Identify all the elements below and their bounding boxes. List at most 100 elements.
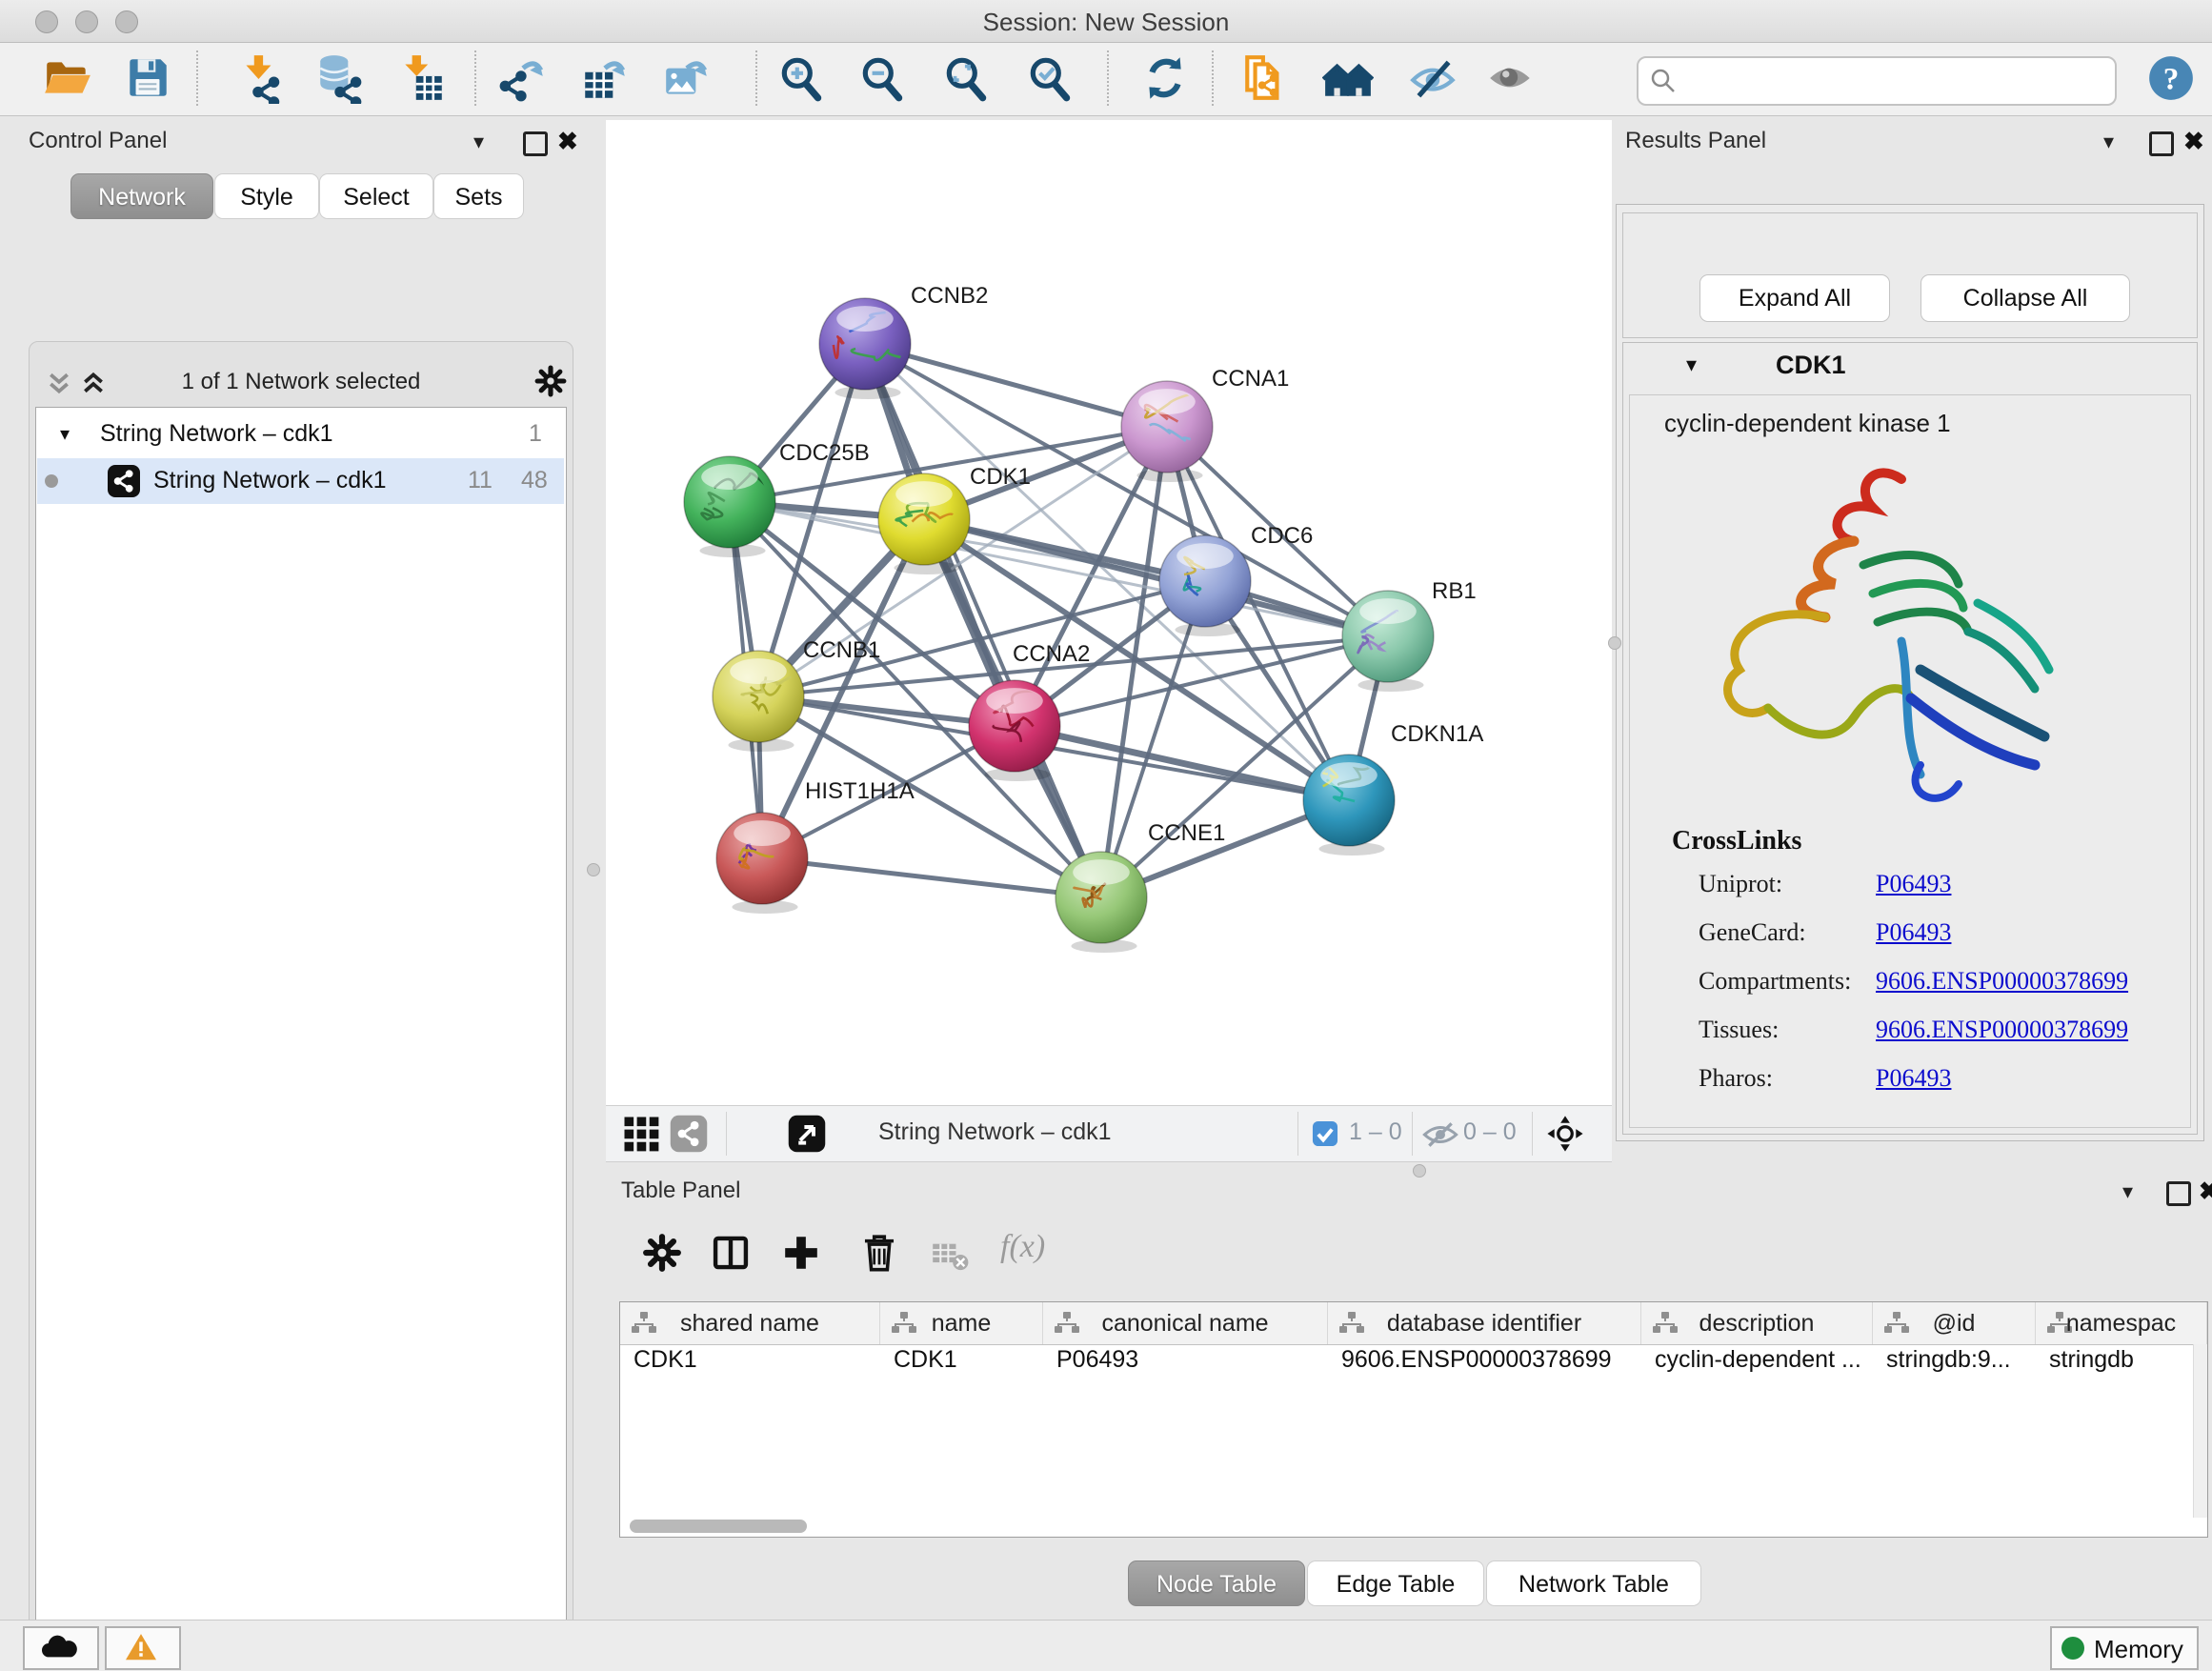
expand-all-chevron-icon[interactable] (81, 371, 106, 397)
table-cell[interactable]: stringdb:9... (1873, 1346, 2036, 1384)
titlebar: Session: New Session (0, 0, 2212, 43)
crosslink-value[interactable]: P06493 (1876, 918, 1951, 947)
selected-checkbox-icon[interactable] (1311, 1119, 1339, 1148)
export-network-icon[interactable] (497, 52, 549, 104)
apply-layout-icon[interactable] (1139, 52, 1191, 104)
maximize-panel-icon[interactable] (2149, 131, 2174, 156)
crosslink-value[interactable]: 9606.ENSP00000378699 (1876, 1016, 2128, 1044)
search-box (1637, 56, 2117, 106)
horizontal-scrollbar[interactable] (630, 1520, 807, 1533)
column-header--id[interactable]: @id (1873, 1302, 2036, 1344)
node-CCNE1[interactable]: CCNE1 (1056, 820, 1225, 953)
show-eye-icon[interactable] (1486, 52, 1538, 104)
node-CDKN1A[interactable]: CDKN1A (1303, 721, 1483, 856)
close-panel-icon[interactable]: ✖ (557, 127, 578, 156)
column-header-name[interactable]: name (880, 1302, 1043, 1344)
birds-eye-grid-icon[interactable] (621, 1114, 661, 1154)
open-session-icon[interactable] (42, 52, 93, 104)
column-header-canonical-name[interactable]: canonical name (1043, 1302, 1328, 1344)
table-cell[interactable]: cyclin-dependent ... (1641, 1346, 1873, 1384)
string-home-icon[interactable] (1322, 52, 1374, 104)
column-header-shared-name[interactable]: shared name (620, 1302, 880, 1344)
float-panel-icon[interactable]: ▾ (2122, 1179, 2133, 1204)
string-badge-gray-icon[interactable] (669, 1114, 709, 1154)
table-cell[interactable]: stringdb (2036, 1346, 2207, 1384)
node-HIST1H1A[interactable]: HIST1H1A (716, 778, 915, 914)
selected-counts: 1 – 0 (1349, 1118, 1402, 1146)
show-columns-icon[interactable] (709, 1231, 753, 1275)
hide-glass-icon[interactable] (1408, 52, 1459, 104)
column-header-database-identifier[interactable]: database identifier (1328, 1302, 1641, 1344)
string-network-graph[interactable]: CCNB2 CCNA1 CDC25B CDK1 CDC6 RB1 CCNB1 (606, 120, 1612, 1105)
node-RB1[interactable]: RB1 (1342, 578, 1477, 692)
network-row-selected[interactable]: String Network – cdk1 11 48 (37, 458, 564, 504)
open-in-window-icon[interactable] (787, 1114, 827, 1154)
warnings-button[interactable] (105, 1626, 181, 1670)
collapse-all-button[interactable]: Collapse All (1920, 274, 2130, 322)
fit-selected-crosshair-icon[interactable] (1545, 1114, 1585, 1154)
network-collection-row[interactable]: ▾ String Network – cdk1 1 (37, 413, 564, 458)
bottom-splitter-handle[interactable] (1413, 1164, 1426, 1178)
help-icon[interactable]: ? (2145, 52, 2197, 104)
network-options-gear-icon[interactable] (533, 363, 569, 399)
zoom-selected-icon[interactable] (1025, 52, 1076, 104)
import-table-icon[interactable] (396, 52, 448, 104)
hidden-eye-slash-icon[interactable] (1421, 1117, 1459, 1152)
expand-all-button[interactable]: Expand All (1699, 274, 1890, 322)
table-cell[interactable]: P06493 (1043, 1346, 1328, 1384)
memory-button[interactable]: Memory (2050, 1626, 2199, 1670)
zoom-out-icon[interactable] (857, 52, 909, 104)
import-network-icon[interactable] (234, 52, 286, 104)
network-view-canvas[interactable]: CCNB2 CCNA1 CDC25B CDK1 CDC6 RB1 CCNB1 (606, 120, 1612, 1105)
table-cell[interactable]: 9606.ENSP00000378699 (1328, 1346, 1641, 1384)
crosslink-label: Compartments: (1699, 967, 1851, 996)
vertical-scrollbar[interactable] (2193, 1344, 2207, 1518)
tab-edge-table[interactable]: Edge Table (1307, 1560, 1484, 1606)
maximize-panel-icon[interactable] (523, 131, 548, 156)
tab-network[interactable]: Network (70, 173, 213, 219)
column-header-namespac[interactable]: namespac (2036, 1302, 2207, 1344)
delete-table-icon-disabled (930, 1235, 970, 1275)
table-cell[interactable]: CDK1 (880, 1346, 1043, 1384)
column-header-description[interactable]: description (1641, 1302, 1873, 1344)
cloud-button[interactable] (23, 1626, 99, 1670)
crosslink-value[interactable]: 9606.ENSP00000378699 (1876, 967, 2128, 996)
network-tree: ▾ String Network – cdk1 1 String Network… (35, 407, 567, 1671)
right-splitter-handle[interactable] (1608, 636, 1621, 650)
toolbar-separator (1532, 1112, 1533, 1156)
zoom-fit-icon[interactable] (941, 52, 993, 104)
save-session-icon[interactable] (122, 52, 173, 104)
delete-column-trash-icon[interactable] (857, 1231, 901, 1275)
crosslink-value[interactable]: P06493 (1876, 870, 1951, 898)
protein-structure-image (1682, 451, 2063, 813)
tab-sets[interactable]: Sets (433, 173, 524, 219)
import-network-from-database-icon[interactable] (314, 52, 366, 104)
crosslink-value[interactable]: P06493 (1876, 1064, 1951, 1093)
table-cell[interactable]: CDK1 (620, 1346, 880, 1384)
tab-network-table[interactable]: Network Table (1486, 1560, 1701, 1606)
zoom-in-icon[interactable] (776, 52, 828, 104)
add-column-plus-icon[interactable] (779, 1231, 823, 1275)
export-table-icon[interactable] (579, 52, 631, 104)
float-panel-icon[interactable]: ▾ (2103, 130, 2114, 154)
search-input[interactable] (1686, 62, 2100, 98)
crosslink-row: GeneCard: P06493 (1630, 913, 2190, 961)
crosslink-label: Tissues: (1699, 1016, 1779, 1044)
section-disclosure-icon[interactable]: ▾ (1686, 352, 1697, 377)
close-panel-icon[interactable]: ✖ (2183, 127, 2204, 156)
tab-select[interactable]: Select (319, 173, 433, 219)
close-panel-icon[interactable]: ✖ (2199, 1177, 2212, 1206)
float-panel-icon[interactable]: ▾ (473, 130, 484, 154)
collapse-all-chevron-icon[interactable] (47, 371, 71, 397)
export-image-icon[interactable] (661, 52, 713, 104)
clone-network-icon[interactable] (1240, 52, 1292, 104)
left-splitter-handle[interactable] (587, 863, 600, 876)
cloud-icon (38, 1632, 80, 1662)
table-settings-gear-icon[interactable] (640, 1231, 684, 1275)
collection-disclosure-icon[interactable]: ▾ (60, 422, 70, 446)
network-edge-count: 48 (521, 467, 548, 494)
tab-style[interactable]: Style (214, 173, 319, 219)
tab-node-table[interactable]: Node Table (1128, 1560, 1305, 1606)
maximize-panel-icon[interactable] (2166, 1181, 2191, 1206)
function-builder-fx: f(x) (1000, 1229, 1045, 1265)
